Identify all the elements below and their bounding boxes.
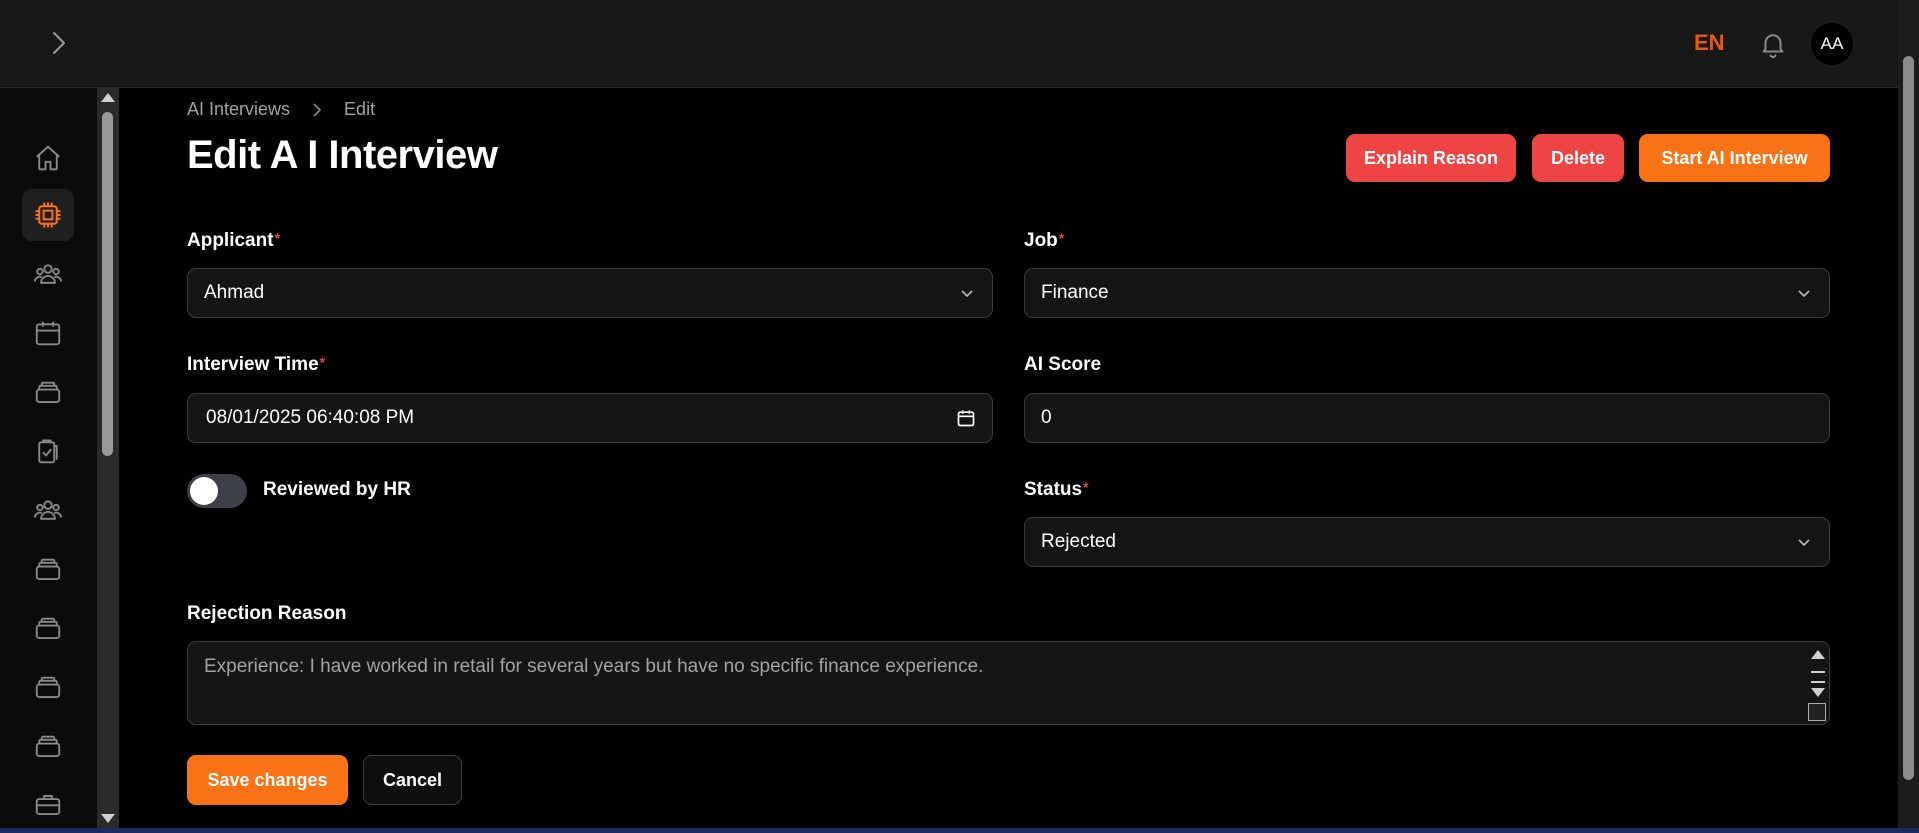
stack-icon <box>35 735 61 757</box>
status-label: Status* <box>1024 479 1089 500</box>
reviewed-by-hr-toggle[interactable] <box>187 474 247 508</box>
scroll-down-arrow[interactable] <box>1811 688 1825 697</box>
stack-icon <box>35 617 61 639</box>
scroll-up-arrow[interactable] <box>1811 650 1825 659</box>
calendar-icon <box>35 321 61 346</box>
page-scrollbar[interactable] <box>1898 0 1919 833</box>
required-mark: * <box>319 354 326 370</box>
job-label: Job* <box>1024 230 1065 251</box>
sidebar <box>0 88 97 828</box>
notifications-button[interactable] <box>1758 29 1788 59</box>
status-value: Rejected <box>1041 531 1116 552</box>
save-changes-button[interactable]: Save changes <box>187 755 348 805</box>
user-avatar[interactable]: AA <box>1811 23 1853 65</box>
textarea-scrollbar[interactable] <box>1807 644 1827 722</box>
bell-icon <box>1762 34 1784 59</box>
users-group-icon <box>33 500 63 520</box>
resize-handle[interactable] <box>1808 703 1826 721</box>
scroll-up-arrow[interactable] <box>101 93 115 102</box>
interview-time-value: 08/01/2025 06:40:08 PM <box>206 407 415 428</box>
applicant-value: Ahmad <box>204 282 265 303</box>
sidebar-item-collection-4[interactable] <box>22 661 74 713</box>
sidebar-item-ai-interviews[interactable] <box>22 189 74 241</box>
rejection-reason-label: Rejection Reason <box>187 603 347 624</box>
ai-score-value: 0 <box>1041 407 1052 428</box>
explain-reason-button[interactable]: Explain Reason <box>1346 134 1516 182</box>
interview-time-input[interactable]: 08/01/2025 06:40:08 PM <box>187 393 993 443</box>
page-scrollbar-thumb[interactable] <box>1903 56 1914 780</box>
reviewed-by-hr-label: Reviewed by HR <box>263 479 411 500</box>
start-ai-interview-button[interactable]: Start AI Interview <box>1639 134 1830 182</box>
stack-icon <box>35 381 61 403</box>
stack-icon <box>35 558 61 580</box>
ai-score-input[interactable]: 0 <box>1024 393 1830 443</box>
job-select[interactable]: Finance <box>1024 268 1830 318</box>
sidebar-item-collection-3[interactable] <box>22 602 74 654</box>
users-group-icon <box>33 264 63 284</box>
sidebar-item-collection-5[interactable] <box>22 720 74 772</box>
required-mark: * <box>274 230 281 246</box>
top-bar: EN AA <box>0 0 1898 88</box>
expand-sidebar-button[interactable] <box>44 28 74 58</box>
sidebar-item-home[interactable] <box>22 132 74 184</box>
sidebar-scrollbar[interactable] <box>97 88 119 828</box>
chevron-right-icon <box>53 32 65 54</box>
breadcrumb: AI Interviews Edit <box>187 99 375 120</box>
sidebar-item-people[interactable] <box>22 484 74 536</box>
sidebar-item-collection-2[interactable] <box>22 543 74 595</box>
chevron-down-icon <box>961 290 973 298</box>
clipboard-check-icon <box>38 439 58 464</box>
briefcase-icon <box>35 794 61 815</box>
applicant-label: Applicant* <box>187 230 281 251</box>
cpu-chip-icon <box>35 202 61 228</box>
language-switcher[interactable]: EN <box>1694 30 1725 56</box>
sidebar-scrollbar-thumb[interactable] <box>102 112 113 456</box>
page-title: Edit A I Interview <box>187 133 498 177</box>
interview-time-label: Interview Time* <box>187 354 326 375</box>
scroll-down-arrow[interactable] <box>101 814 115 823</box>
scrollbar-thumb[interactable] <box>1811 671 1825 683</box>
rejection-reason-textarea[interactable]: Experience: I have worked in retail for … <box>187 641 1830 725</box>
stack-icon <box>35 676 61 698</box>
taskbar-edge <box>0 828 1919 833</box>
breadcrumb-current: Edit <box>344 99 376 119</box>
job-value: Finance <box>1041 282 1109 303</box>
chevron-down-icon <box>1798 539 1810 547</box>
applicant-select[interactable]: Ahmad <box>187 268 993 318</box>
home-icon <box>36 145 60 171</box>
sidebar-item-calendar[interactable] <box>22 307 74 359</box>
toggle-knob <box>190 477 218 505</box>
sidebar-item-jobs[interactable] <box>22 778 74 830</box>
status-select[interactable]: Rejected <box>1024 517 1830 567</box>
calendar-icon[interactable] <box>956 408 976 428</box>
ai-score-label: AI Score <box>1024 354 1102 375</box>
delete-button[interactable]: Delete <box>1532 134 1624 182</box>
sidebar-item-collection-1[interactable] <box>22 366 74 418</box>
required-mark: * <box>1058 230 1065 246</box>
rejection-reason-value: Experience: I have worked in retail for … <box>204 656 984 677</box>
chevron-down-icon <box>1798 290 1810 298</box>
required-mark: * <box>1083 479 1089 495</box>
sidebar-item-teams[interactable] <box>22 248 74 300</box>
breadcrumb-ai-interviews[interactable]: AI Interviews <box>187 99 290 120</box>
cancel-button[interactable]: Cancel <box>363 755 462 805</box>
sidebar-item-tasks[interactable] <box>22 425 74 477</box>
chevron-right-icon <box>313 102 322 117</box>
